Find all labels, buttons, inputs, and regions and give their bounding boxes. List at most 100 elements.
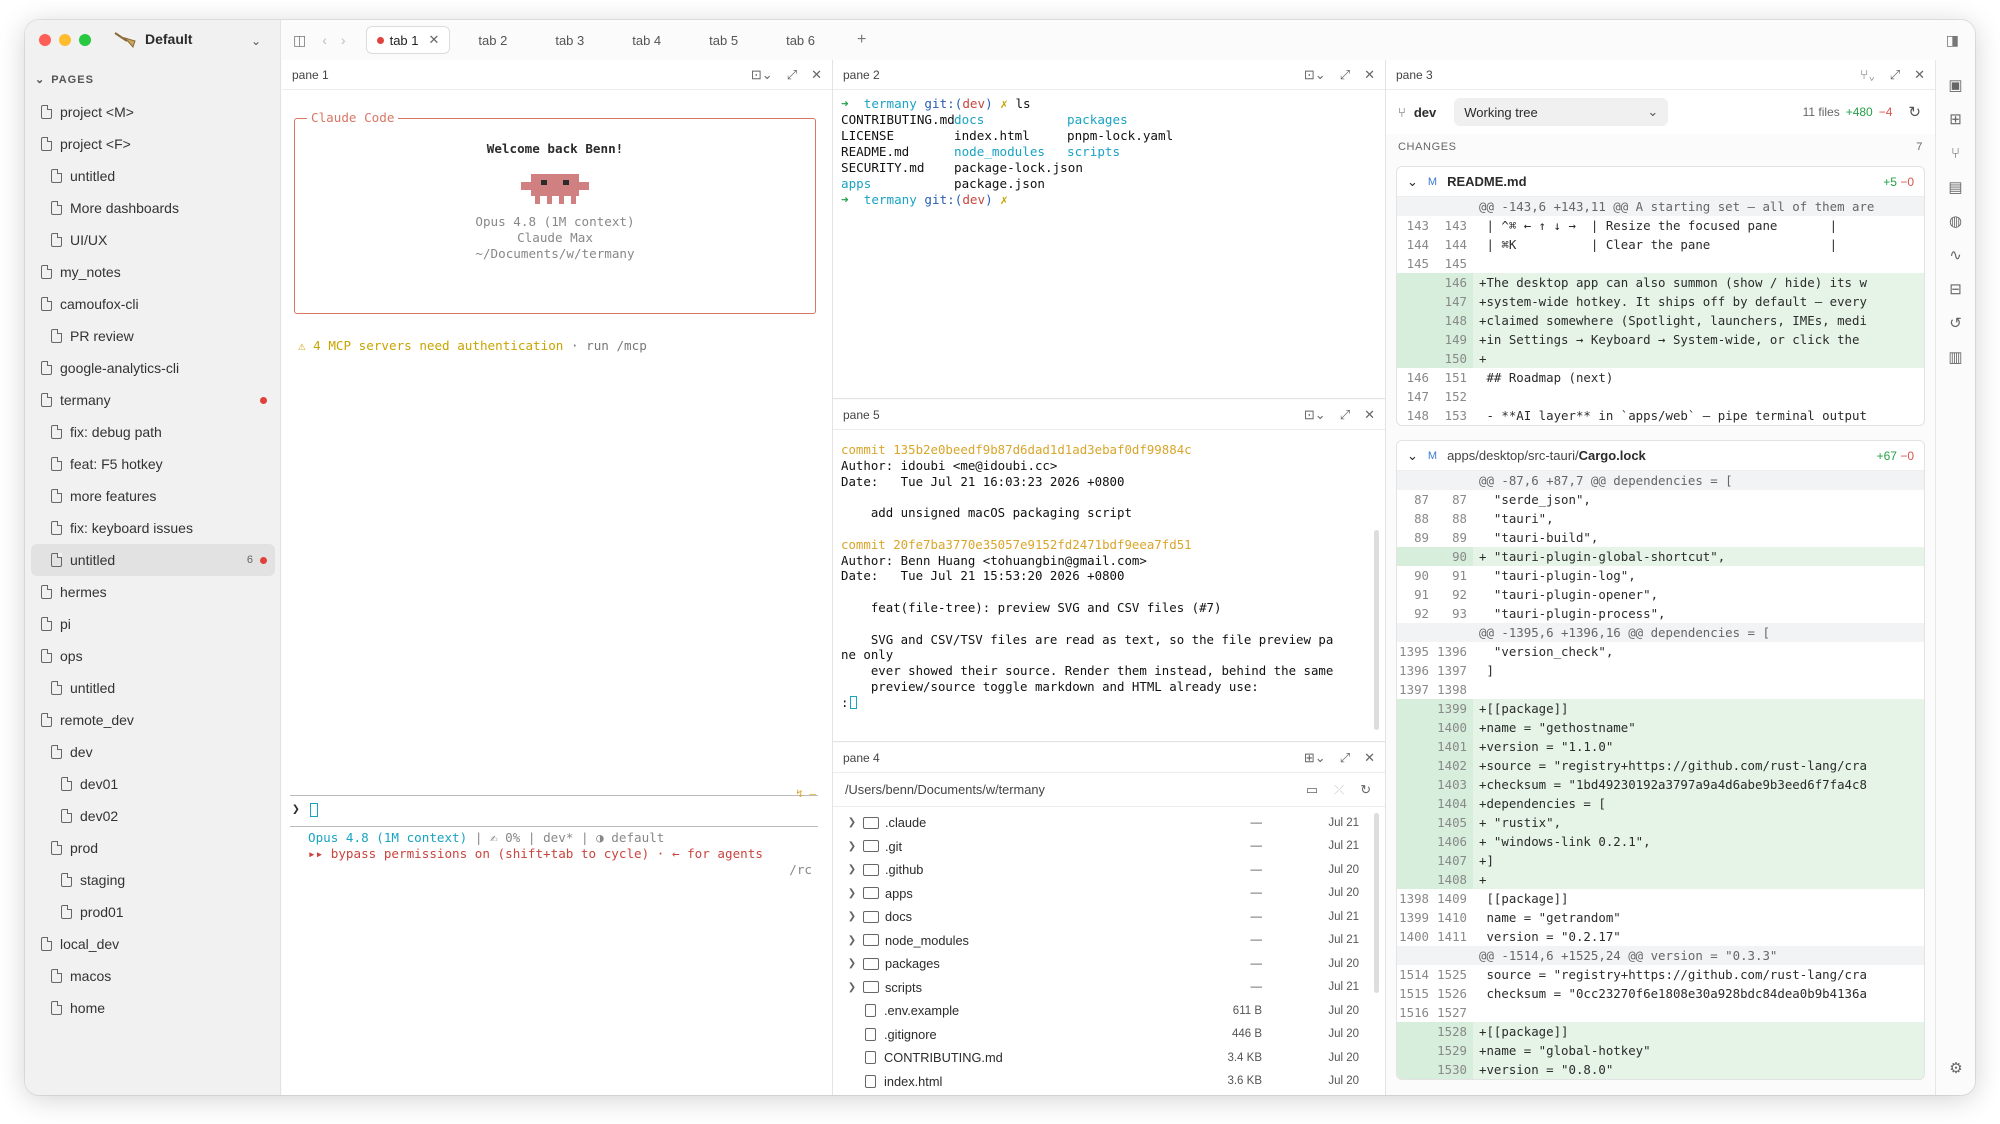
sidebar-item[interactable]: pi	[31, 608, 275, 640]
forward-arrow-icon[interactable]: ›	[341, 32, 346, 48]
folder-open-icon[interactable]: ▭	[1306, 782, 1318, 798]
sidebar-item[interactable]: home	[31, 992, 275, 1024]
expand-icon[interactable]: ⤢	[1340, 67, 1350, 83]
chevron-right-icon[interactable]: ❯	[843, 958, 861, 969]
sidebar-item[interactable]: untitled 6	[31, 544, 275, 576]
sidebar-item[interactable]: prod01	[31, 896, 275, 928]
collapse-icon[interactable]: ⤫	[1334, 782, 1344, 798]
scrollbar[interactable]	[1374, 530, 1379, 730]
pane-2[interactable]: pane 2 ⊡⌄ ⤢ ✕ ➜ termany git:(dev) ✗ ls CONT…	[833, 60, 1385, 399]
branch-icon[interactable]: ⑂⌄	[1860, 67, 1876, 83]
activity-icon[interactable]: ∿	[1936, 238, 1975, 272]
sidebar-item[interactable]: fix: keyboard issues	[31, 512, 275, 544]
close-icon[interactable]: ✕	[811, 67, 822, 83]
close-icon[interactable]: ✕	[1364, 407, 1375, 423]
right-panel-toggle-icon[interactable]: ◨	[1946, 32, 1959, 49]
file-row[interactable]: ❯ packages — Jul 20	[843, 952, 1377, 976]
chevron-right-icon[interactable]: ❯	[843, 817, 861, 828]
sidebar-item[interactable]: project <F>	[31, 128, 275, 160]
sidebar-toggle-icon[interactable]: ◫	[293, 32, 306, 49]
split-pane-icon[interactable]: ⊡⌄	[1304, 407, 1326, 423]
split-pane-icon[interactable]: ⊡⌄	[751, 67, 773, 83]
file-row[interactable]: .env.example 611 B Jul 20	[843, 999, 1377, 1023]
sidebar-item[interactable]: untitled	[31, 160, 275, 192]
close-window-button[interactable]	[39, 34, 51, 46]
sidebar-item[interactable]: feat: F5 hotkey	[31, 448, 275, 480]
file-row[interactable]: ❯ .git — Jul 21	[843, 835, 1377, 859]
refresh-icon[interactable]: ↻	[1908, 103, 1921, 121]
file-row[interactable]: ❯ scripts — Jul 21	[843, 976, 1377, 1000]
scrollbar[interactable]	[1374, 813, 1379, 993]
file-row[interactable]: ❯ docs — Jul 21	[843, 905, 1377, 929]
file-row[interactable]: ❯ node_modules — Jul 21	[843, 929, 1377, 953]
chevron-right-icon[interactable]: ❯	[843, 841, 861, 852]
zoom-window-button[interactable]	[79, 34, 91, 46]
file-row[interactable]: ❯ .claude — Jul 21	[843, 811, 1377, 835]
sidebar-item[interactable]: untitled	[31, 672, 275, 704]
chevron-right-icon[interactable]: ❯	[843, 888, 861, 899]
file-row[interactable]: .gitignore 446 B Jul 20	[843, 1023, 1377, 1047]
expand-icon[interactable]: ⤢	[787, 67, 797, 83]
pane-1[interactable]: pane 1 ⊡⌄ ⤢ ✕ Claude Code Welcome back Ben…	[282, 60, 832, 1095]
pane-5[interactable]: pane 5 ⊡⌄ ⤢ ✕ commit 135b2e0beedf9b87d6dad…	[833, 400, 1385, 742]
new-tab-icon[interactable]: +	[857, 31, 866, 49]
chevron-right-icon[interactable]: ❯	[843, 864, 861, 875]
close-icon[interactable]: ✕	[1364, 67, 1375, 83]
file-row[interactable]: ❯ apps — Jul 20	[843, 882, 1377, 906]
sidebar-item[interactable]: dev02	[31, 800, 275, 832]
tab[interactable]: tab 3	[535, 26, 604, 54]
sidebar-item[interactable]: More dashboards	[31, 192, 275, 224]
sidebar-item[interactable]: hermes	[31, 576, 275, 608]
sidebar-item[interactable]: camoufox-cli	[31, 288, 275, 320]
minimize-window-button[interactable]	[59, 34, 71, 46]
sidebar-item[interactable]: remote_dev	[31, 704, 275, 736]
tab[interactable]: tab 2	[458, 26, 527, 54]
sidebar-item[interactable]: my_notes	[31, 256, 275, 288]
expand-icon[interactable]: ⤢	[1340, 750, 1350, 766]
sidebar-item[interactable]: PR review	[31, 320, 275, 352]
split-pane-icon[interactable]: ⊞⌄	[1304, 750, 1326, 766]
expand-icon[interactable]: ⤢	[1340, 407, 1350, 423]
sidebar-item[interactable]: local_dev	[31, 928, 275, 960]
sidebar-item[interactable]: project <M>	[31, 96, 275, 128]
prompt-input[interactable]: ❯	[292, 802, 318, 817]
sidebar-item[interactable]: macos	[31, 960, 275, 992]
chevron-right-icon[interactable]: ❯	[843, 911, 861, 922]
history-icon[interactable]: ↺	[1936, 306, 1975, 340]
chevron-down-icon[interactable]: ⌄	[251, 34, 261, 48]
robot-icon[interactable]: ⊟	[1936, 272, 1975, 306]
tab[interactable]: tab 6	[766, 26, 835, 54]
terminal-icon[interactable]: ▣	[1936, 68, 1975, 102]
diff-source-select[interactable]: Working tree ⌄	[1454, 98, 1669, 126]
sidebar-item[interactable]: dev01	[31, 768, 275, 800]
gear-icon[interactable]: ⚙	[1936, 1051, 1975, 1085]
refresh-icon[interactable]: ↻	[1360, 782, 1371, 798]
sidebar-item[interactable]: staging	[31, 864, 275, 896]
sidebar-item[interactable]: ops	[31, 640, 275, 672]
sidebar-item[interactable]: fix: debug path	[31, 416, 275, 448]
back-arrow-icon[interactable]: ‹	[322, 32, 327, 48]
git-branch-icon[interactable]: ⑂	[1936, 136, 1975, 170]
file-row[interactable]: index.html 3.6 KB Jul 20	[843, 1070, 1377, 1094]
close-icon[interactable]: ✕	[1364, 750, 1375, 766]
diff-file-header[interactable]: ⌄ Mapps/desktop/src-tauri/Cargo.lock +67 −…	[1397, 441, 1924, 471]
split-pane-icon[interactable]: ⊡⌄	[1304, 67, 1326, 83]
chart-icon[interactable]: ▥	[1936, 340, 1975, 374]
chevron-right-icon[interactable]: ❯	[843, 982, 861, 993]
pages-section-header[interactable]: ⌄ PAGES	[35, 73, 94, 87]
close-icon[interactable]: ✕	[429, 32, 440, 48]
tab[interactable]: tab 1 ✕	[365, 26, 451, 54]
tab[interactable]: tab 5	[689, 26, 758, 54]
expand-icon[interactable]: ⤢	[1890, 67, 1900, 83]
pane-4[interactable]: pane 4 ⊞⌄ ⤢ ✕ /Users/benn/Documents/w/term…	[833, 743, 1385, 1095]
sidebar-item[interactable]: google-analytics-cli	[31, 352, 275, 384]
sidebar-item[interactable]: dev	[31, 736, 275, 768]
close-icon[interactable]: ✕	[1914, 67, 1925, 83]
file-row[interactable]: CONTRIBUTING.md 3.4 KB Jul 20	[843, 1046, 1377, 1070]
workspace-switcher[interactable]: Default	[113, 29, 192, 49]
sidebar-item[interactable]: more features	[31, 480, 275, 512]
diff-file-header[interactable]: ⌄ M README.md +5 −0	[1397, 167, 1924, 197]
tab[interactable]: tab 4	[612, 26, 681, 54]
sidebar-item[interactable]: prod	[31, 832, 275, 864]
sidebar-item[interactable]: termany	[31, 384, 275, 416]
